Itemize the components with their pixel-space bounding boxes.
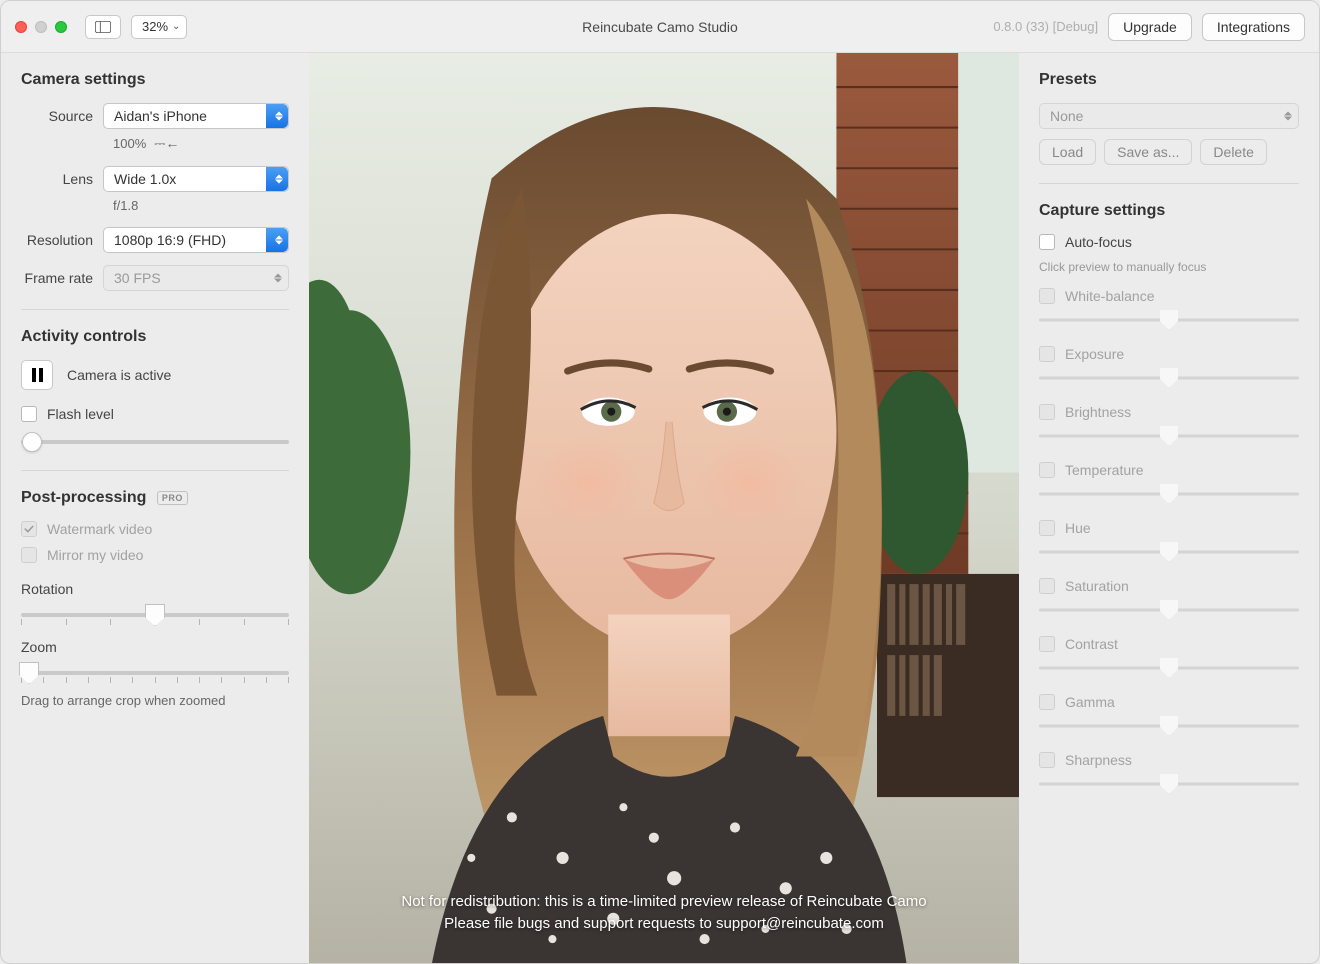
lens-select[interactable]: Wide 1.0x xyxy=(103,166,289,192)
integrations-button[interactable]: Integrations xyxy=(1202,13,1305,41)
mirror-label: Mirror my video xyxy=(47,547,143,563)
auto-focus-checkbox[interactable] xyxy=(1039,234,1055,250)
camera-status: Camera is active xyxy=(67,367,171,383)
hue-checkbox xyxy=(1039,520,1055,536)
zoom-level-value: 32% xyxy=(142,19,168,34)
resolution-select[interactable]: 1080p 16:9 (FHD) xyxy=(103,227,289,253)
saturation-checkbox xyxy=(1039,578,1055,594)
flash-level-slider[interactable] xyxy=(21,432,289,452)
rotation-slider[interactable] xyxy=(21,605,289,625)
toggle-sidebar-button[interactable] xyxy=(85,15,121,39)
preset-value: None xyxy=(1050,108,1083,124)
lens-label: Lens xyxy=(21,171,103,187)
preset-save-button: Save as... xyxy=(1104,139,1192,165)
zoom-note: Drag to arrange crop when zoomed xyxy=(21,693,289,708)
source-select[interactable]: Aidan's iPhone xyxy=(103,103,289,129)
gamma-checkbox xyxy=(1039,694,1055,710)
capture-settings-title: Capture settings xyxy=(1039,202,1299,220)
sharpness-slider[interactable] xyxy=(1039,774,1299,794)
watermark-label: Watermark video xyxy=(47,521,152,537)
exposure-checkbox xyxy=(1039,346,1055,362)
close-window-icon[interactable] xyxy=(15,21,27,33)
sidebar-icon xyxy=(95,21,111,33)
pause-camera-button[interactable] xyxy=(21,360,53,390)
brightness-slider[interactable] xyxy=(1039,426,1299,446)
saturation-label: Saturation xyxy=(1065,578,1129,594)
focus-hint: Click preview to manually focus xyxy=(1039,260,1299,274)
window-title: Reincubate Camo Studio xyxy=(582,19,738,35)
hue-slider[interactable] xyxy=(1039,542,1299,562)
brightness-label: Brightness xyxy=(1065,404,1131,420)
activity-controls-title: Activity controls xyxy=(21,328,289,346)
preview-watermark: Not for redistribution: this is a time-l… xyxy=(345,891,984,935)
frame-rate-label: Frame rate xyxy=(21,270,103,286)
temperature-label: Temperature xyxy=(1065,462,1144,478)
pause-icon xyxy=(32,368,43,382)
contrast-checkbox xyxy=(1039,636,1055,652)
chevron-down-icon: ⌄ xyxy=(172,21,180,32)
mirror-checkbox xyxy=(21,547,37,563)
resolution-value: 1080p 16:9 (FHD) xyxy=(114,232,226,248)
white-balance-label: White-balance xyxy=(1065,288,1155,304)
saturation-slider[interactable] xyxy=(1039,600,1299,620)
flash-level-label: Flash level xyxy=(47,406,114,422)
preview-image xyxy=(309,53,1019,963)
version-label: 0.8.0 (33) [Debug] xyxy=(993,19,1098,34)
sharpness-label: Sharpness xyxy=(1065,752,1132,768)
usb-icon: ⎓← xyxy=(154,135,179,152)
frame-rate-value: 30 FPS xyxy=(114,270,161,286)
post-processing-title: Post-processing PRO xyxy=(21,489,289,507)
source-value: Aidan's iPhone xyxy=(114,108,207,124)
brightness-checkbox xyxy=(1039,404,1055,420)
gamma-label: Gamma xyxy=(1065,694,1115,710)
right-panel: Presets None Load Save as... Delete Capt… xyxy=(1019,53,1319,963)
presets-title: Presets xyxy=(1039,71,1299,89)
rotation-label: Rotation xyxy=(21,581,289,597)
preset-delete-button: Delete xyxy=(1200,139,1266,165)
left-panel: Camera settings Source Aidan's iPhone 10… xyxy=(1,53,309,963)
lens-aperture: f/1.8 xyxy=(113,198,138,213)
flash-level-checkbox[interactable] xyxy=(21,406,37,422)
sharpness-checkbox xyxy=(1039,752,1055,768)
pro-badge: PRO xyxy=(157,491,188,505)
zoom-window-icon[interactable] xyxy=(55,21,67,33)
gamma-slider[interactable] xyxy=(1039,716,1299,736)
white-balance-checkbox xyxy=(1039,288,1055,304)
contrast-label: Contrast xyxy=(1065,636,1118,652)
source-battery: 100% xyxy=(113,136,146,151)
camera-settings-title: Camera settings xyxy=(21,71,289,89)
auto-focus-label: Auto-focus xyxy=(1065,234,1132,250)
source-label: Source xyxy=(21,108,103,124)
titlebar: 32% ⌄ Reincubate Camo Studio 0.8.0 (33) … xyxy=(1,1,1319,53)
zoom-label: Zoom xyxy=(21,639,289,655)
exposure-slider[interactable] xyxy=(1039,368,1299,388)
white-balance-slider[interactable] xyxy=(1039,310,1299,330)
minimize-window-icon[interactable] xyxy=(35,21,47,33)
preset-select[interactable]: None xyxy=(1039,103,1299,129)
temperature-slider[interactable] xyxy=(1039,484,1299,504)
watermark-checkbox xyxy=(21,521,37,537)
frame-rate-select: 30 FPS xyxy=(103,265,289,291)
app-window: 32% ⌄ Reincubate Camo Studio 0.8.0 (33) … xyxy=(0,0,1320,964)
exposure-label: Exposure xyxy=(1065,346,1124,362)
hue-label: Hue xyxy=(1065,520,1091,536)
preset-load-button: Load xyxy=(1039,139,1096,165)
contrast-slider[interactable] xyxy=(1039,658,1299,678)
window-controls xyxy=(15,21,67,33)
upgrade-button[interactable]: Upgrade xyxy=(1108,13,1192,41)
resolution-label: Resolution xyxy=(21,232,103,248)
lens-value: Wide 1.0x xyxy=(114,171,176,187)
zoom-slider[interactable] xyxy=(21,663,289,683)
video-preview[interactable]: Not for redistribution: this is a time-l… xyxy=(309,53,1019,963)
temperature-checkbox xyxy=(1039,462,1055,478)
zoom-level-select[interactable]: 32% ⌄ xyxy=(131,15,187,39)
